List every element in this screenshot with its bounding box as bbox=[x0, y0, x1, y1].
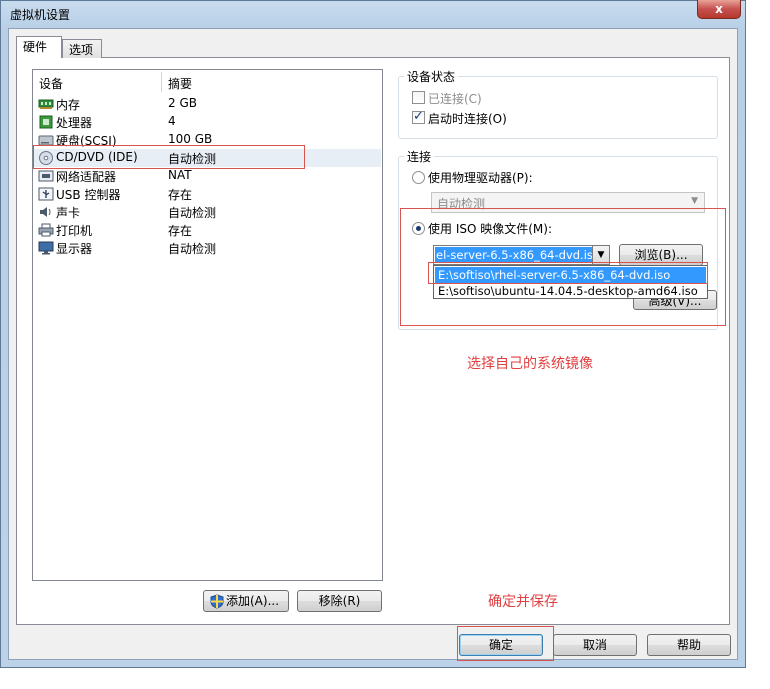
device-status-legend: 设备状态 bbox=[404, 68, 459, 85]
cancel-button[interactable]: 取消 bbox=[553, 634, 637, 656]
device-name: 打印机 bbox=[56, 224, 93, 238]
device-summary: 4 bbox=[168, 114, 176, 128]
annotation-highlight-cd-dvd bbox=[33, 145, 305, 169]
device-name: USB 控制器 bbox=[56, 188, 121, 202]
device-name: 内存 bbox=[56, 98, 81, 112]
device-row-sound[interactable]: 声卡 自动检测 bbox=[34, 203, 381, 221]
device-name: 网络适配器 bbox=[56, 170, 117, 184]
memory-icon bbox=[38, 99, 54, 109]
window-title: 虚拟机设置 bbox=[10, 8, 71, 22]
help-button[interactable]: 帮助 bbox=[647, 634, 731, 656]
physical-drive-radio[interactable] bbox=[412, 171, 425, 184]
tab-hardware[interactable]: 硬件 bbox=[16, 36, 62, 58]
device-summary: NAT bbox=[168, 168, 192, 182]
add-device-label: 添加(A)... bbox=[226, 594, 280, 608]
device-row-cpu[interactable]: 处理器 4 bbox=[34, 113, 381, 131]
column-header-summary[interactable]: 摘要 bbox=[168, 75, 192, 92]
connect-at-power-on-checkbox[interactable] bbox=[412, 109, 425, 124]
connected-checkbox[interactable] bbox=[412, 91, 425, 104]
device-summary: 自动检测 bbox=[168, 206, 217, 220]
physical-drive-label: 使用物理驱动器(P): bbox=[428, 171, 533, 185]
device-row-printer[interactable]: 打印机 存在 bbox=[34, 221, 381, 239]
connected-label: 已连接(C) bbox=[428, 92, 482, 106]
device-summary: 自动检测 bbox=[168, 242, 217, 256]
device-summary: 2 GB bbox=[168, 96, 197, 110]
shield-icon bbox=[210, 594, 224, 609]
column-header-device[interactable]: 设备 bbox=[39, 75, 63, 92]
remove-device-button[interactable]: 移除(R) bbox=[297, 590, 382, 612]
speaker-icon bbox=[40, 207, 51, 217]
connection-legend: 连接 bbox=[404, 148, 435, 165]
close-button[interactable]: x bbox=[697, 0, 741, 19]
annotation-highlight-ok bbox=[457, 626, 554, 661]
chevron-down-icon: ▼ bbox=[691, 196, 698, 206]
device-summary: 存在 bbox=[168, 224, 193, 238]
tab-options[interactable]: 选项 bbox=[62, 39, 102, 58]
annotation-select-iso: 选择自己的系统镜像 bbox=[467, 356, 593, 372]
device-summary: 存在 bbox=[168, 188, 193, 202]
cpu-icon bbox=[39, 115, 53, 129]
device-summary: 100 GB bbox=[168, 132, 213, 146]
add-device-button[interactable]: 添加(A)... bbox=[203, 590, 289, 612]
device-row-usb[interactable]: USB 控制器 存在 bbox=[34, 185, 381, 203]
annotation-highlight-iso-option bbox=[428, 262, 708, 284]
column-divider[interactable] bbox=[161, 72, 162, 92]
title-bar[interactable]: 虚拟机设置 bbox=[0, 0, 746, 28]
device-status-group bbox=[398, 76, 718, 139]
device-name: 声卡 bbox=[56, 206, 81, 220]
monitor-icon bbox=[38, 241, 54, 255]
device-row-memory[interactable]: 内存 2 GB bbox=[34, 95, 381, 113]
connect-at-power-on-label: 启动时连接(O) bbox=[428, 112, 507, 126]
network-adapter-icon bbox=[38, 170, 54, 182]
device-row-display[interactable]: 显示器 自动检测 bbox=[34, 239, 381, 257]
device-row-network[interactable]: 网络适配器 NAT bbox=[34, 167, 381, 185]
annotation-confirm-save: 确定并保存 bbox=[488, 594, 558, 610]
printer-icon bbox=[38, 223, 54, 237]
device-name: 处理器 bbox=[56, 116, 93, 130]
device-name: 显示器 bbox=[56, 242, 93, 256]
usb-icon bbox=[38, 187, 54, 201]
